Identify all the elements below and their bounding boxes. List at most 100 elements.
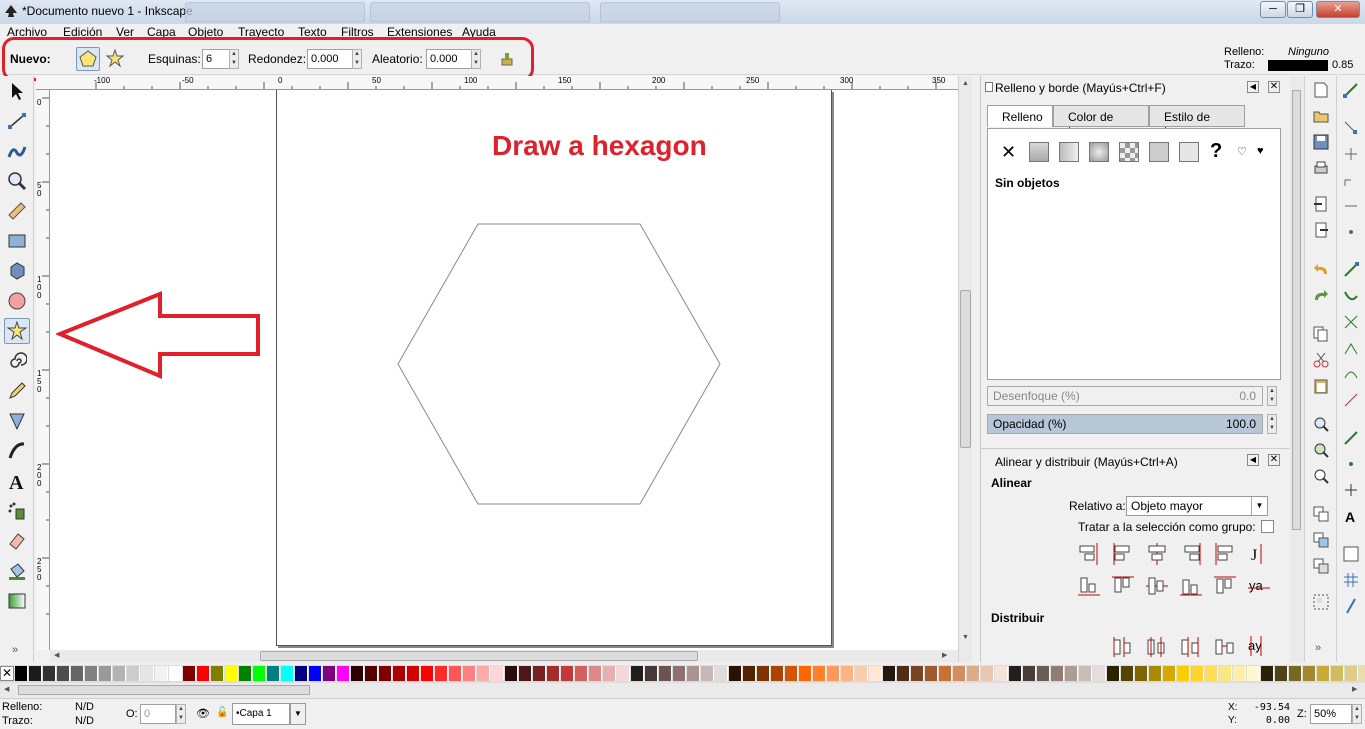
distribute-centers-icon[interactable] <box>1145 634 1169 658</box>
stroke-color-swatch[interactable] <box>1268 60 1328 71</box>
palette-swatch[interactable] <box>701 666 714 681</box>
palette-swatch[interactable] <box>421 666 434 681</box>
distribute-gaps-icon[interactable] <box>1213 634 1237 658</box>
palette-scrollbar[interactable]: ◀ ▶ <box>0 683 1365 698</box>
align-top-edges-icon[interactable] <box>1111 574 1135 598</box>
palette-swatch[interactable] <box>939 666 952 681</box>
calligraphy-tool[interactable] <box>4 438 30 464</box>
print-icon[interactable] <box>1313 160 1329 176</box>
palette-swatch[interactable] <box>967 666 980 681</box>
status-opacity-stepper[interactable]: ▲ ▼ <box>176 704 186 724</box>
palette-swatch[interactable] <box>953 666 966 681</box>
zoom-selection-icon[interactable] <box>1313 416 1329 432</box>
blur-stepper[interactable]: ▲ ▼ <box>1267 386 1277 406</box>
pattern-icon[interactable] <box>1119 142 1139 162</box>
vertical-scroll-thumb[interactable] <box>960 290 971 448</box>
vertical-scrollbar[interactable]: ▲ ▼ <box>958 76 972 662</box>
open-folder-icon[interactable] <box>1313 108 1329 124</box>
palette-swatch[interactable] <box>981 666 994 681</box>
blur-slider[interactable]: Desenfoque (%) 0.0 <box>987 386 1263 406</box>
distribute-right-edges-icon[interactable] <box>1179 634 1203 658</box>
palette-swatch[interactable] <box>211 666 224 681</box>
palette-swatch[interactable] <box>477 666 490 681</box>
paint-bucket-tool[interactable] <box>4 558 30 584</box>
scroll-down-icon[interactable]: ▼ <box>962 634 969 641</box>
distribute-baselines-icon[interactable]: ay <box>1247 634 1271 658</box>
palette-swatch[interactable] <box>365 666 378 681</box>
tab-fill[interactable]: Relleno <box>987 105 1053 127</box>
layer-lock-icon[interactable]: 🔓 <box>216 707 228 718</box>
scroll-right-icon[interactable]: ▶ <box>942 651 947 659</box>
palette-swatch[interactable] <box>645 666 658 681</box>
snap-smooth-nodes-icon[interactable] <box>1343 366 1359 382</box>
palette-swatch[interactable] <box>1303 666 1316 681</box>
palette-swatch[interactable] <box>1135 666 1148 681</box>
palette-swatch[interactable] <box>757 666 770 681</box>
zoom-stepper[interactable]: ▲ ▼ <box>1352 704 1362 724</box>
close-button[interactable]: ✕ <box>1316 1 1360 18</box>
zoom-drawing-icon[interactable] <box>1313 442 1329 458</box>
align-panel-iconify-icon[interactable]: ◀ <box>1247 454 1259 466</box>
palette-swatch[interactable] <box>659 666 672 681</box>
no-paint-icon[interactable]: ✕ <box>1001 142 1016 163</box>
palette-swatch[interactable] <box>169 666 182 681</box>
palette-swatch[interactable] <box>1177 666 1190 681</box>
snap-rotation-center-icon[interactable] <box>1343 482 1359 498</box>
palette-swatch[interactable] <box>337 666 350 681</box>
palette-swatch[interactable] <box>85 666 98 681</box>
palette-swatch[interactable] <box>813 666 826 681</box>
treat-as-group-checkbox[interactable] <box>1261 520 1274 533</box>
snap-centers-icon[interactable] <box>1343 430 1359 446</box>
fill-rule-evenodd-icon[interactable]: ♡ <box>1237 145 1247 158</box>
layer-dropdown-chevron-icon[interactable]: ▼ <box>290 703 306 725</box>
palette-swatch[interactable] <box>799 666 812 681</box>
palette-swatch[interactable] <box>911 666 924 681</box>
palette-scroll-right-icon[interactable]: ▶ <box>1352 685 1357 693</box>
align-left-edge-to-right-icon[interactable] <box>1213 542 1237 566</box>
palette-swatch[interactable] <box>561 666 574 681</box>
snap-nodes-icon[interactable] <box>1343 262 1359 278</box>
palette-swatch[interactable] <box>1149 666 1162 681</box>
align-right-edge-to-left-icon[interactable] <box>1077 542 1101 566</box>
tab-stroke-paint[interactable]: Color de trazo <box>1053 105 1149 138</box>
snap-bbox-icon[interactable] <box>1343 120 1359 136</box>
gradient-tool[interactable] <box>4 588 30 614</box>
measure-tool[interactable] <box>4 198 30 224</box>
palette-swatch[interactable] <box>673 666 686 681</box>
palette-swatch[interactable] <box>1023 666 1036 681</box>
palette-swatch[interactable] <box>491 666 504 681</box>
palette-scroll-thumb[interactable] <box>18 685 310 695</box>
opacity-stepper[interactable]: ▲ ▼ <box>1267 414 1277 434</box>
flat-color-icon[interactable] <box>1029 142 1049 162</box>
snap-object-center-icon[interactable] <box>1343 456 1359 472</box>
unknown-paint-icon[interactable]: ? <box>1210 140 1222 163</box>
palette-swatch[interactable] <box>729 666 742 681</box>
palette-swatch[interactable] <box>533 666 546 681</box>
palette-swatch[interactable] <box>127 666 140 681</box>
zoom-tool[interactable] <box>4 168 30 194</box>
palette-swatch[interactable] <box>1261 666 1274 681</box>
center-on-horizontal-axis-icon[interactable] <box>1145 574 1169 598</box>
rectangle-tool[interactable] <box>4 228 30 254</box>
palette-swatch[interactable] <box>43 666 56 681</box>
palette-swatch[interactable] <box>1191 666 1204 681</box>
eraser-tool[interactable] <box>4 528 30 554</box>
palette-swatch[interactable] <box>841 666 854 681</box>
palette-swatch[interactable] <box>1037 666 1050 681</box>
zoom-input[interactable]: 50% <box>1310 704 1352 724</box>
palette-swatch[interactable] <box>435 666 448 681</box>
palette-swatch[interactable] <box>1331 666 1344 681</box>
palette-swatch[interactable] <box>1121 666 1134 681</box>
scroll-up-icon[interactable]: ▲ <box>962 80 969 87</box>
palette-swatch[interactable] <box>295 666 308 681</box>
palette-swatch[interactable] <box>29 666 42 681</box>
palette-swatch[interactable] <box>897 666 910 681</box>
snap-midpoints-icon[interactable] <box>1343 392 1359 408</box>
palette-swatch[interactable] <box>1233 666 1246 681</box>
text-tool[interactable]: A <box>4 468 30 494</box>
align-right-edges-icon[interactable] <box>1179 542 1203 566</box>
align-left-edges-icon[interactable] <box>1111 542 1135 566</box>
palette-swatch[interactable] <box>99 666 112 681</box>
palette-scroll-left-icon[interactable]: ◀ <box>4 685 9 693</box>
unlink-clone-icon[interactable] <box>1313 558 1329 574</box>
